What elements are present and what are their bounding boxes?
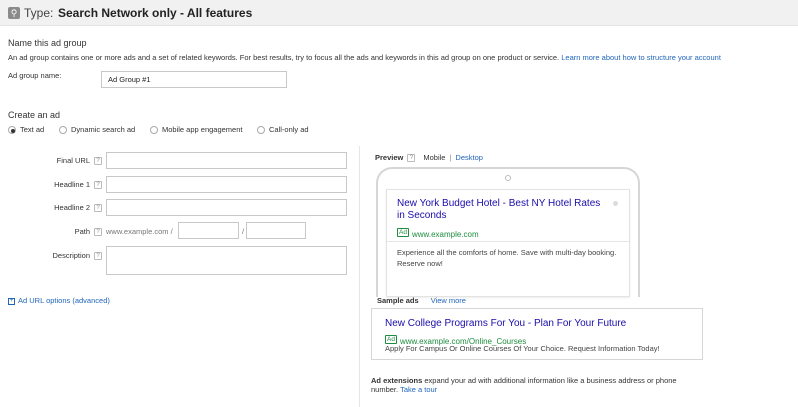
headline2-input[interactable] (106, 199, 347, 216)
path2-input[interactable] (246, 222, 306, 239)
sample-ad-headline[interactable]: New College Programs For You - Plan For … (385, 318, 626, 330)
radio-call-only-ad[interactable]: Call-only ad (257, 125, 309, 135)
name-section-title: Name this ad group (8, 38, 87, 48)
radio-mobile-app-engagement[interactable]: Mobile app engagement (150, 125, 243, 135)
help-icon[interactable]: ? (94, 252, 102, 261)
path-label: Path? (10, 227, 102, 237)
path-separator: / (242, 227, 245, 236)
mobile-ad-preview: New York Budget Hotel - Best NY Hotel Ra… (386, 189, 630, 297)
ad-url-options-toggle[interactable]: + Ad URL options (advanced) (8, 296, 110, 305)
tab-desktop[interactable]: Desktop (455, 153, 483, 162)
radio-button[interactable] (59, 126, 67, 135)
final-url-input[interactable] (106, 152, 347, 169)
take-a-tour-link[interactable]: Take a tour (400, 385, 437, 394)
ad-url-options-link[interactable]: Ad URL options (advanced) (18, 296, 110, 305)
name-section-description: An ad group contains one or more ads and… (8, 53, 721, 62)
tab-separator: | (449, 153, 452, 162)
description-label-text: Description (52, 251, 90, 260)
path1-input[interactable] (178, 222, 239, 239)
headline2-label: Headline 2? (10, 203, 102, 213)
info-dot-icon (613, 201, 618, 206)
type-value: Search Network only - All features (58, 6, 253, 20)
radio-label: Dynamic search ad (71, 125, 136, 134)
description-text: An ad group contains one or more ads and… (8, 53, 560, 62)
ad-extensions-note: Ad extensions expand your ad with additi… (371, 376, 701, 394)
radio-text-ad[interactable]: Text ad (8, 125, 45, 135)
ad-group-name-input[interactable]: Ad Group #1 (101, 71, 287, 88)
preview-ad-url: www.example.com (411, 230, 479, 239)
final-url-label-text: Final URL (56, 156, 90, 165)
path-label-text: Path (74, 227, 90, 236)
preview-label: Preview (375, 153, 404, 162)
preview-ad-headline: New York Budget Hotel - Best NY Hotel Ra… (397, 198, 601, 221)
divider (387, 241, 629, 242)
create-ad-title: Create an ad (8, 110, 61, 120)
headline1-label-text: Headline 1 (54, 180, 90, 189)
help-icon[interactable]: ? (407, 154, 416, 163)
preview-header: Preview? Mobile | Desktop (375, 153, 483, 163)
view-more-link[interactable]: View more (431, 296, 466, 305)
help-icon[interactable]: ? (94, 228, 102, 237)
sample-ads-header: Sample ads View more (377, 296, 466, 305)
phone-camera-icon (505, 175, 511, 181)
tab-mobile[interactable]: Mobile (423, 153, 445, 162)
radio-label: Call-only ad (269, 125, 309, 134)
path-prefix: www.example.com / (106, 227, 173, 236)
final-url-label: Final URL? (10, 156, 102, 166)
sample-ad-card: New College Programs For You - Plan For … (371, 308, 703, 360)
sample-ads-label: Sample ads (377, 296, 419, 305)
radio-label: Text ad (20, 125, 45, 134)
preview-ad-description: Experience all the comforts of home. Sav… (397, 248, 617, 268)
description-input[interactable] (106, 246, 347, 275)
preview-ad-url-line: Ad www.example.com (397, 224, 479, 242)
learn-more-link[interactable]: Learn more about how to structure your a… (561, 53, 721, 62)
help-icon[interactable]: ? (94, 181, 102, 190)
radio-button[interactable] (257, 126, 265, 135)
ad-group-name-label: Ad group name: (8, 71, 62, 80)
search-icon: ⚲ (8, 7, 20, 19)
help-icon[interactable]: ? (94, 204, 102, 213)
sample-ad-description: Apply For Campus Or Online Courses Of Yo… (385, 344, 660, 353)
headline1-label: Headline 1? (10, 180, 102, 190)
ad-extensions-title: Ad extensions (371, 376, 423, 385)
type-label: Type: (24, 6, 54, 20)
radio-button[interactable] (150, 126, 158, 135)
radio-button[interactable] (8, 126, 16, 135)
plus-box-icon: + (8, 297, 15, 305)
ad-badge: Ad (397, 228, 409, 238)
radio-label: Mobile app engagement (162, 125, 243, 134)
description-label: Description? (10, 251, 102, 261)
headline2-label-text: Headline 2 (54, 203, 90, 212)
radio-dynamic-search-ad[interactable]: Dynamic search ad (59, 125, 136, 135)
column-divider (359, 146, 360, 407)
help-icon[interactable]: ? (94, 157, 102, 166)
headline1-input[interactable] (106, 176, 347, 193)
